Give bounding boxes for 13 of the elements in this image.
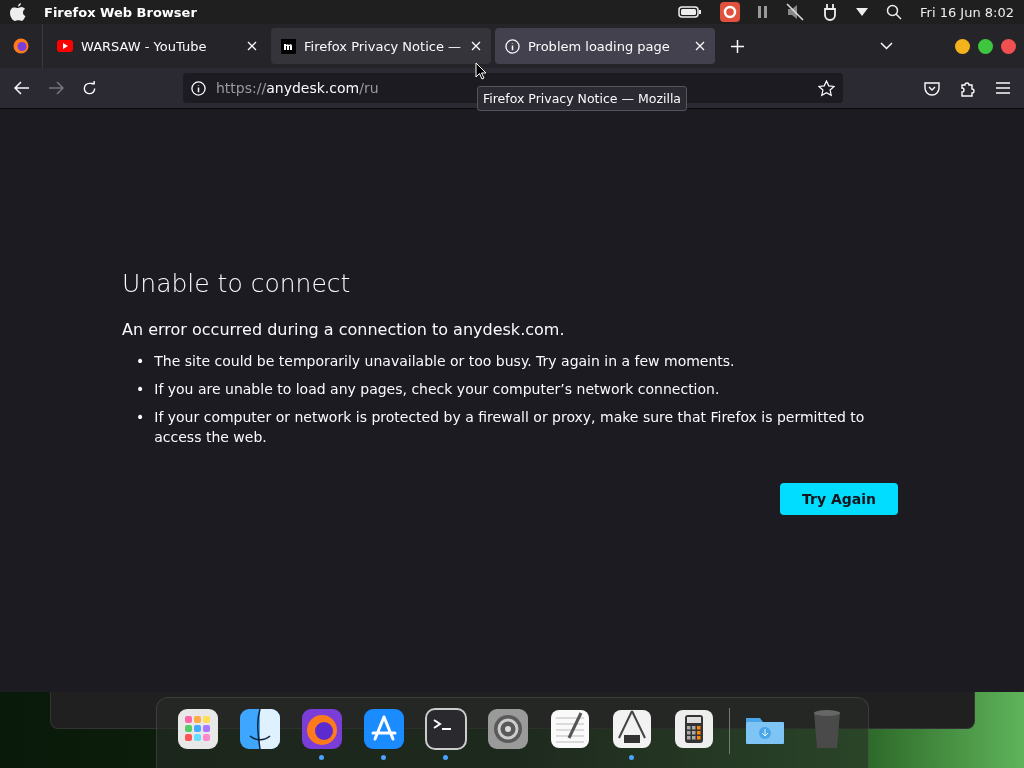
tooltip: Firefox Privacy Notice — Mozilla: [477, 86, 688, 111]
tab-title: Firefox Privacy Notice —: [304, 38, 463, 54]
bullet: •: [136, 352, 145, 371]
tab-title: WARSAW - YouTube: [81, 38, 208, 54]
tab-title: Problem loading page: [528, 38, 671, 54]
bullet: •: [136, 408, 145, 427]
error-title: Unable to connect: [122, 269, 352, 298]
url-text: https://anydesk.com/ru: [216, 80, 380, 96]
error-description: An error occurred during a connection to anydesk.com.: [122, 320, 566, 339]
error-hint: If you are unable to load any pages, check your computer’s network connection.: [154, 380, 721, 399]
error-hint: The site could be temporarily unavailable or too busy. Try again in a few moments.: [154, 352, 736, 371]
bullet: •: [136, 380, 145, 399]
error-hint: If your computer or network is protected by a firewall or proxy, make sure that Firefox is permitted to access the web.: [154, 408, 866, 447]
